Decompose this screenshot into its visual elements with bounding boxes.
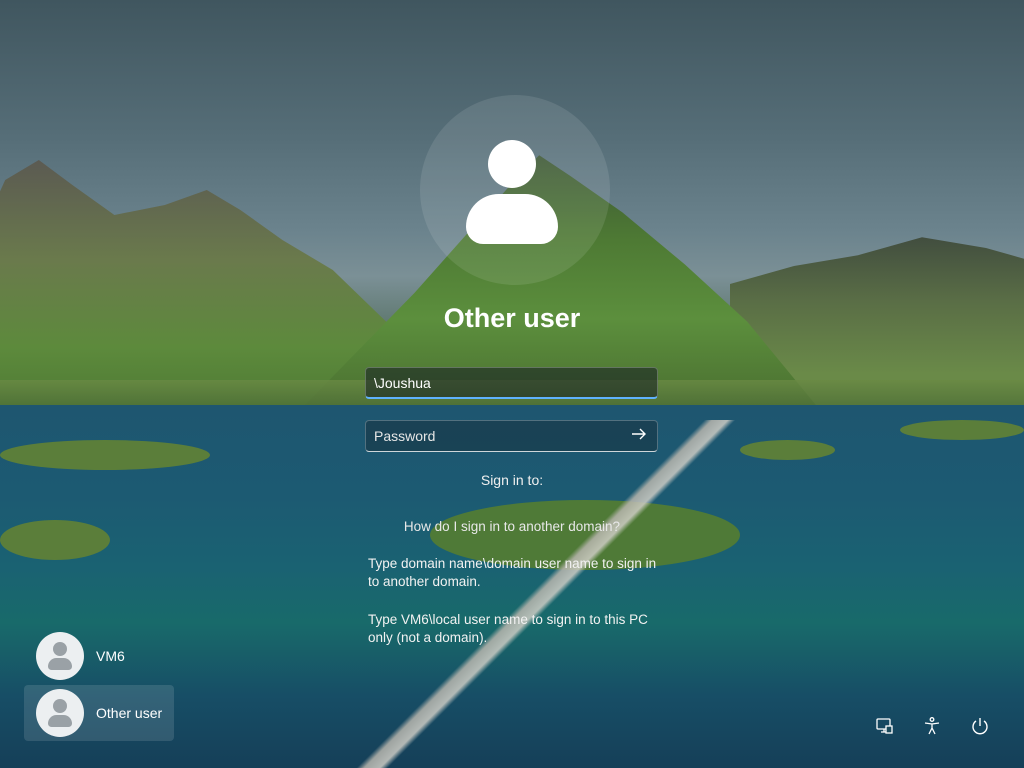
island xyxy=(900,420,1024,440)
user-tile-vm6[interactable]: VM6 xyxy=(24,628,174,684)
user-avatar-icon xyxy=(466,140,558,244)
user-tile-label: VM6 xyxy=(96,648,125,664)
password-input[interactable] xyxy=(365,420,658,452)
power-icon[interactable] xyxy=(968,714,992,738)
username-input[interactable] xyxy=(365,367,658,399)
sign-in-to-label: Sign in to: xyxy=(480,472,544,488)
user-avatar-icon xyxy=(36,689,84,737)
help-text-domain: Type domain name\domain user name to sig… xyxy=(368,556,657,589)
user-avatar-icon xyxy=(36,632,84,680)
arrow-right-icon[interactable] xyxy=(628,427,650,445)
accessibility-icon[interactable] xyxy=(920,714,944,738)
help-text-local: Type VM6\local user name to sign in to t… xyxy=(368,612,648,645)
island xyxy=(0,440,210,470)
help-link[interactable]: How do I sign in to another domain? xyxy=(0,519,1024,534)
island xyxy=(740,440,835,460)
user-tile-label: Other user xyxy=(96,705,163,721)
network-icon[interactable] xyxy=(872,714,896,738)
page-title: Other user xyxy=(443,303,581,333)
user-tile-other-user[interactable]: Other user xyxy=(24,685,174,741)
